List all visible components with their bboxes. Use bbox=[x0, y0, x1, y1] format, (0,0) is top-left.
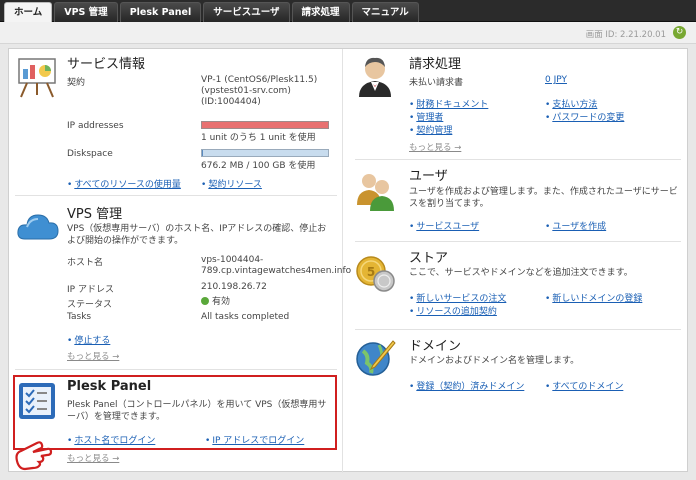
payment-method-link[interactable]: 支払い方法 bbox=[545, 97, 597, 110]
ip-addresses-label: IP addresses bbox=[67, 121, 124, 131]
tasks-label: Tasks bbox=[67, 312, 92, 322]
unpaid-amount-link[interactable]: 0 JPY bbox=[545, 75, 567, 85]
globe-pencil-icon bbox=[356, 340, 396, 376]
tab-vps-management[interactable]: VPS 管理 bbox=[54, 2, 118, 22]
sub-header: 画面 ID: 2.21.20.01 ↻ bbox=[0, 22, 696, 44]
contract-id-value: (ID:1004404) bbox=[201, 97, 261, 107]
hostname-value-line1: vps-1004404- bbox=[201, 255, 264, 265]
ip-usage-bar-fill bbox=[202, 122, 328, 128]
change-password-link[interactable]: パスワードの変更 bbox=[545, 110, 624, 123]
cloud-icon bbox=[17, 214, 59, 240]
vps-management-title: VPS 管理 bbox=[67, 207, 123, 222]
all-resources-usage-link[interactable]: すべてのリソースの使用量 bbox=[67, 177, 181, 190]
plesk-more-link[interactable]: もっと見る → bbox=[67, 452, 119, 464]
store-description: ここで、サービスやドメインなどを追加注文できます。 bbox=[409, 268, 633, 278]
disk-usage-bar-fill bbox=[202, 150, 203, 156]
section-divider bbox=[355, 241, 681, 242]
store-title: ストア bbox=[409, 251, 449, 266]
ip-usage-bar bbox=[201, 121, 329, 129]
contract-plan-value: VP-1 (CentOS6/Plesk11.5) bbox=[201, 75, 318, 85]
tab-billing[interactable]: 請求処理 bbox=[291, 2, 350, 22]
tab-home[interactable]: ホーム bbox=[4, 2, 53, 22]
service-info-section: サービス情報 契約 VP-1 (CentOS6/Plesk11.5) (vpst… bbox=[9, 49, 342, 197]
status-value-wrapper: 有効 bbox=[201, 297, 230, 308]
tab-plesk-panel[interactable]: Plesk Panel bbox=[119, 2, 202, 22]
hostname-label: ホスト名 bbox=[67, 258, 104, 268]
vps-more-link[interactable]: もっと見る → bbox=[67, 350, 119, 362]
disk-usage-bar bbox=[201, 149, 329, 157]
home-dashboard-panel: サービス情報 契約 VP-1 (CentOS6/Plesk11.5) (vpst… bbox=[8, 48, 689, 473]
billing-title: 請求処理 bbox=[409, 57, 462, 72]
contract-domain-value: (vpstest01-srv.com) bbox=[201, 86, 291, 96]
pointing-hand-icon bbox=[15, 441, 53, 471]
domains-description: ドメインおよびドメイン名を管理します。 bbox=[409, 356, 580, 366]
users-title: ユーザ bbox=[409, 169, 448, 184]
store-section: 5 ストア ここで、サービスやドメインなどを追加注文できます。 新しいサービスの… bbox=[349, 245, 689, 325]
status-label: ステータス bbox=[67, 300, 113, 310]
left-column: サービス情報 契約 VP-1 (CentOS6/Plesk11.5) (vpst… bbox=[9, 49, 351, 473]
svg-text:5: 5 bbox=[367, 265, 375, 279]
registered-domains-link[interactable]: 登録（契約）済みドメイン bbox=[409, 379, 524, 392]
top-navigation-bar: ホーム VPS 管理 Plesk Panel サービスユーザ 請求処理 マニュア… bbox=[0, 0, 696, 22]
ip-address-label: IP アドレス bbox=[67, 285, 114, 295]
businessman-icon bbox=[359, 57, 391, 97]
section-divider bbox=[15, 195, 337, 196]
coins-icon: 5 bbox=[356, 256, 395, 292]
disk-usage-text: 676.2 MB / 100 GB を使用 bbox=[201, 161, 316, 171]
section-divider bbox=[15, 369, 337, 370]
service-users-link[interactable]: サービスユーザ bbox=[409, 219, 479, 232]
contract-label: 契約 bbox=[67, 78, 86, 88]
contract-resources-link[interactable]: 契約リソース bbox=[201, 177, 262, 190]
status-ok-icon bbox=[201, 297, 209, 305]
right-column: 請求処理 未払い請求書 0 JPY 財務ドキュメント 支払い方法 管理者 パスワ… bbox=[349, 49, 689, 473]
users-icon bbox=[357, 174, 394, 211]
billing-section: 請求処理 未払い請求書 0 JPY 財務ドキュメント 支払い方法 管理者 パスワ… bbox=[349, 49, 689, 157]
billing-more-link[interactable]: もっと見る → bbox=[409, 141, 461, 153]
domains-title: ドメイン bbox=[409, 339, 462, 354]
stop-vps-link[interactable]: 停止する bbox=[67, 333, 110, 346]
users-section: ユーザ ユーザを作成および管理します。また、作成されたユーザにサービスを割り当て… bbox=[349, 161, 689, 239]
order-new-service-link[interactable]: 新しいサービスの注文 bbox=[409, 291, 506, 304]
contract-management-link[interactable]: 契約管理 bbox=[409, 123, 452, 136]
vps-management-section: VPS 管理 VPS（仮想専用サーバ）のホスト名、IPアドレスの確認、停止および… bbox=[9, 197, 351, 367]
add-resources-link[interactable]: リソースの追加契約 bbox=[409, 304, 497, 317]
all-domains-link[interactable]: すべてのドメイン bbox=[545, 379, 623, 392]
ip-address-value: 210.198.26.72 bbox=[201, 282, 267, 292]
refresh-icon[interactable]: ↻ bbox=[673, 26, 686, 39]
service-info-title: サービス情報 bbox=[67, 57, 146, 72]
tasks-value: All tasks completed bbox=[201, 312, 290, 322]
administrator-link[interactable]: 管理者 bbox=[409, 110, 443, 123]
financial-documents-link[interactable]: 財務ドキュメント bbox=[409, 97, 488, 110]
vps-description: VPS（仮想専用サーバ）のホスト名、IPアドレスの確認、停止および開始の操作がで… bbox=[67, 224, 327, 246]
ip-usage-text: 1 unit のうち 1 unit を使用 bbox=[201, 133, 316, 143]
section-divider bbox=[355, 329, 681, 330]
tab-service-users[interactable]: サービスユーザ bbox=[203, 2, 290, 22]
server-id-label: 画面 ID: 2.21.20.01 bbox=[585, 30, 666, 40]
plesk-panel-highlight-box bbox=[13, 375, 337, 450]
section-divider bbox=[355, 159, 681, 160]
hostname-value-line2: 789.cp.vintagewatches4men.info bbox=[201, 266, 352, 276]
presentation-board-icon bbox=[18, 58, 56, 98]
tab-manual[interactable]: マニュアル bbox=[351, 2, 419, 22]
main-tabs: ホーム VPS 管理 Plesk Panel サービスユーザ 請求処理 マニュア… bbox=[4, 2, 419, 22]
unpaid-invoices-label: 未払い請求書 bbox=[409, 78, 464, 88]
users-description: ユーザを作成および管理します。また、作成されたユーザにサービスを割り当てます。 bbox=[409, 187, 678, 209]
status-value: 有効 bbox=[212, 297, 231, 307]
diskspace-label: Diskspace bbox=[67, 149, 113, 159]
domains-section: ドメイン ドメインおよびドメイン名を管理します。 登録（契約）済みドメイン すべ… bbox=[349, 333, 689, 413]
register-new-domain-link[interactable]: 新しいドメインの登録 bbox=[545, 291, 642, 304]
create-user-link[interactable]: ユーザを作成 bbox=[545, 219, 606, 232]
